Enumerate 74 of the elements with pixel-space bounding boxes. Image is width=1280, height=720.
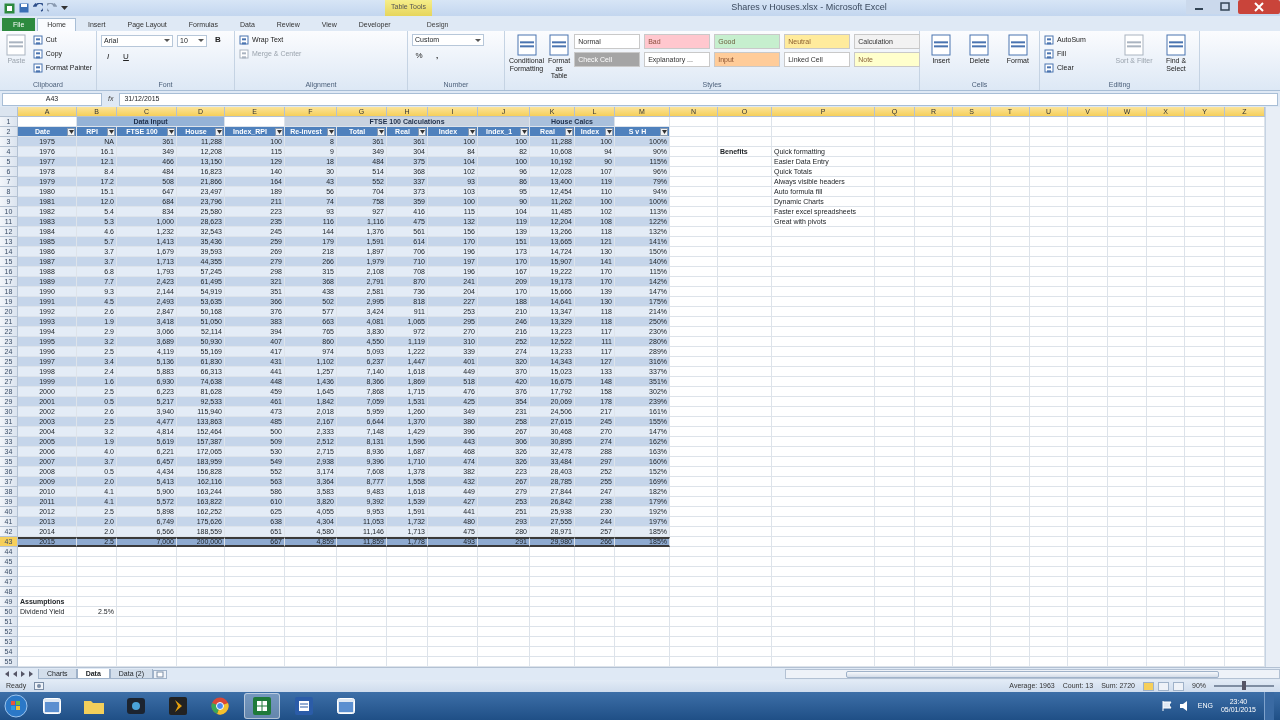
spreadsheet-icon	[253, 697, 271, 715]
document-icon	[516, 34, 537, 56]
toolbar-button[interactable]: I	[101, 51, 115, 64]
document-icon	[32, 35, 43, 45]
toolbar-button[interactable]: B	[211, 34, 225, 47]
document-icon	[1044, 35, 1054, 45]
caret-icon	[328, 129, 334, 134]
flag-icon[interactable]	[1161, 701, 1172, 711]
document-icon	[1044, 49, 1054, 59]
document-icon	[239, 35, 249, 45]
save-icon[interactable]	[19, 3, 29, 13]
filter-button[interactable]	[167, 127, 175, 136]
caret-icon	[521, 129, 527, 134]
caret-icon	[68, 129, 74, 134]
maximize-icon[interactable]	[1212, 0, 1238, 14]
caret-icon	[276, 129, 282, 134]
toolbar-button[interactable]: U	[119, 51, 133, 64]
document-icon	[1007, 34, 1028, 56]
caret-icon	[198, 38, 204, 43]
caret-icon	[419, 129, 425, 134]
document-icon	[295, 697, 313, 715]
toolbar-button[interactable]: %	[412, 50, 426, 63]
filter-button[interactable]	[327, 127, 335, 136]
toolbar-button[interactable]: ,	[430, 50, 444, 63]
caret-icon	[168, 129, 174, 134]
slider-thumb[interactable]	[1242, 681, 1246, 690]
horizontal-scrollbar[interactable]	[785, 669, 1280, 679]
caret-icon	[475, 37, 481, 43]
minimize-icon[interactable]	[1186, 0, 1212, 14]
filter-button[interactable]	[605, 127, 613, 136]
filter-button[interactable]	[67, 127, 75, 136]
caret-icon	[606, 129, 612, 134]
filter-button[interactable]	[275, 127, 283, 136]
chevron-icon	[169, 697, 187, 715]
caret-icon	[469, 129, 475, 134]
caret-icon	[566, 129, 572, 134]
filter-button[interactable]	[565, 127, 573, 136]
caret-icon	[216, 129, 222, 134]
filter-button[interactable]	[418, 127, 426, 136]
document-icon	[239, 49, 249, 59]
media-icon	[127, 698, 145, 714]
document-icon	[6, 34, 27, 56]
start-button[interactable]	[4, 694, 28, 718]
caret-icon	[661, 129, 667, 134]
undo-icon[interactable]	[33, 3, 43, 13]
document-icon	[32, 63, 43, 73]
filter-button[interactable]	[377, 127, 385, 136]
caret-icon	[108, 129, 114, 134]
filter-button[interactable]	[107, 127, 115, 136]
window-icon	[337, 698, 355, 714]
document-icon	[1124, 34, 1144, 56]
document-icon	[1166, 34, 1186, 56]
document-icon	[549, 34, 570, 56]
filter-button[interactable]	[520, 127, 528, 136]
filter-button[interactable]	[660, 127, 668, 136]
filter-button[interactable]	[468, 127, 476, 136]
vertical-scrollbar[interactable]	[1265, 107, 1280, 667]
caret-icon[interactable]	[61, 5, 68, 11]
browser-icon	[211, 697, 229, 715]
document-icon	[969, 34, 990, 56]
taskbar-button[interactable]	[244, 693, 280, 719]
window-icon	[43, 698, 61, 714]
document-icon	[1044, 63, 1054, 73]
spreadsheet-icon[interactable]	[4, 2, 15, 14]
macro-record-icon[interactable]	[34, 682, 45, 690]
window-title: Shares v Houses.xlsx - Microsoft Excel	[730, 3, 888, 13]
caret-icon	[378, 129, 384, 134]
speaker-icon[interactable]	[1179, 701, 1190, 711]
document-icon	[32, 49, 43, 59]
close-icon[interactable]	[1238, 0, 1280, 14]
document-icon	[931, 34, 952, 56]
filter-button[interactable]	[215, 127, 223, 136]
folder-icon	[84, 698, 104, 714]
caret-icon	[164, 38, 170, 43]
